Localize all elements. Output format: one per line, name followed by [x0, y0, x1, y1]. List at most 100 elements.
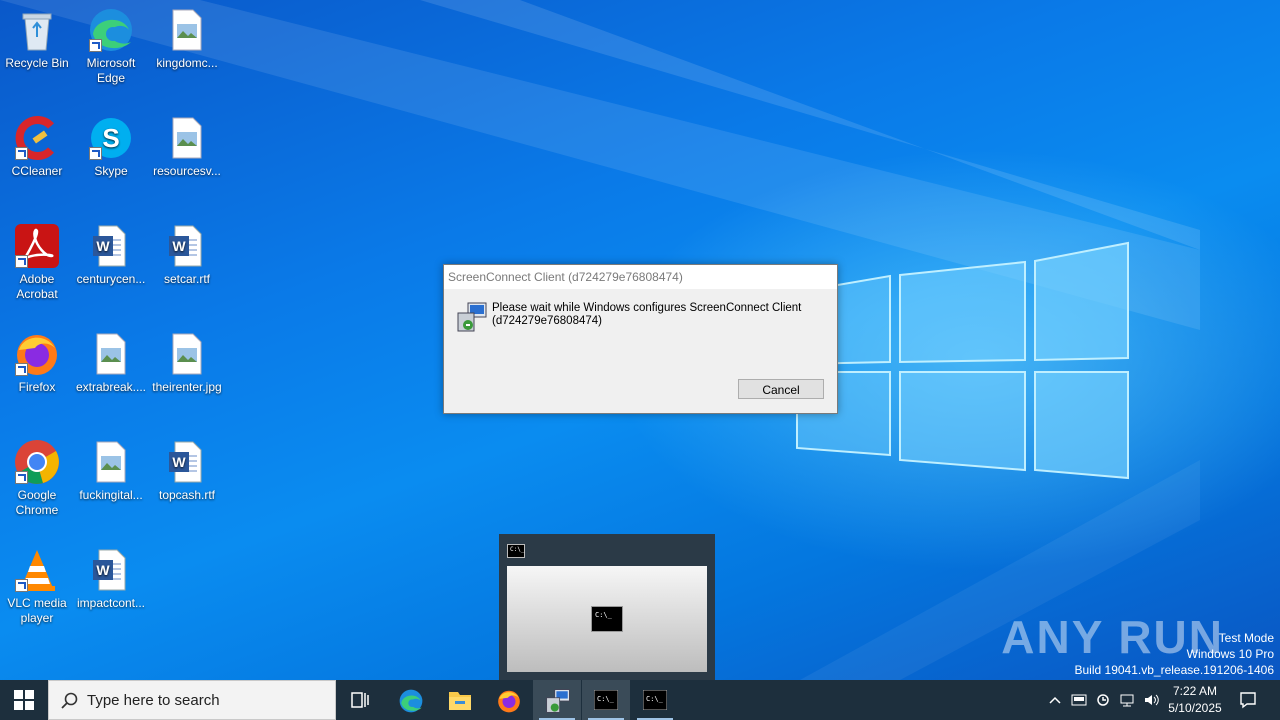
icon-label: kingdomc... — [156, 56, 218, 70]
image-file-icon — [163, 330, 211, 378]
desktop-icon-skype[interactable]: S Skype — [74, 114, 148, 179]
desktop-icon-resourcesv[interactable]: resourcesv... — [150, 114, 224, 179]
taskbar: Type here to search C:\_ C:\_ 7:22 AM 5/… — [0, 680, 1280, 720]
shortcut-arrow-icon — [89, 147, 102, 160]
desktop-icon-topcash[interactable]: W topcash.rtf — [150, 438, 224, 503]
desktop-icon-recycle-bin[interactable]: Recycle Bin — [0, 6, 74, 71]
desktop-icon-setcar[interactable]: W setcar.rtf — [150, 222, 224, 287]
volume-icon[interactable] — [1143, 692, 1159, 708]
desktop-icon-centurycen[interactable]: W centurycen... — [74, 222, 148, 287]
dialog-title[interactable]: ScreenConnect Client (d724279e76808474) — [444, 265, 837, 289]
chrome-icon — [13, 438, 61, 486]
desktop-icon-microsoft-edge[interactable]: Microsoft Edge — [74, 6, 148, 86]
chevron-up-icon[interactable] — [1047, 692, 1063, 708]
svg-text:W: W — [96, 562, 110, 578]
word-document-icon: W — [87, 546, 135, 594]
vlc-icon — [13, 546, 61, 594]
watermark: ANY RUN Test Mode Windows 10 Pro Build 1… — [1001, 612, 1275, 678]
start-button[interactable] — [0, 680, 48, 720]
desktop-icon-kingdomc[interactable]: kingdomc... — [150, 6, 224, 71]
desktop-icon-adobe-acrobat[interactable]: Adobe Acrobat — [0, 222, 74, 302]
desktop: Recycle Bin CCleaner Adobe Acrobat Firef… — [0, 0, 1280, 680]
shortcut-arrow-icon — [15, 471, 28, 484]
image-file-icon — [87, 438, 135, 486]
svg-text:S: S — [102, 123, 119, 153]
installer-icon — [456, 301, 488, 333]
icon-label: impactcont... — [76, 596, 146, 610]
desktop-icon-google-chrome[interactable]: Google Chrome — [0, 438, 74, 518]
recycle-bin-icon — [13, 6, 61, 54]
desktop-icon-extrabreak[interactable]: extrabreak.... — [74, 330, 148, 395]
clock-date: 5/10/2025 — [1168, 701, 1222, 715]
build-text: Build 19041.vb_release.191206-1406 — [1074, 663, 1275, 677]
image-file-icon — [87, 330, 135, 378]
desktop-icon-ccleaner[interactable]: CCleaner — [0, 114, 74, 179]
task-view-button[interactable] — [336, 680, 384, 720]
cancel-button[interactable]: Cancel — [738, 379, 824, 399]
icon-label: fuckingital... — [79, 488, 143, 502]
shortcut-arrow-icon — [15, 147, 28, 160]
installer-icon — [546, 689, 570, 713]
svg-text:W: W — [172, 238, 186, 254]
icon-label: Recycle Bin — [5, 56, 69, 70]
thumbnail-window-preview[interactable]: C:\_ — [507, 566, 707, 672]
icon-label: CCleaner — [11, 164, 63, 178]
search-placeholder: Type here to search — [87, 692, 220, 709]
windows-edition-text: Windows 10 Pro — [1186, 647, 1274, 661]
taskbar-cmd-button-2[interactable]: C:\_ — [631, 680, 679, 720]
shortcut-arrow-icon — [15, 255, 28, 268]
shortcut-arrow-icon — [89, 39, 102, 52]
word-document-icon: W — [87, 222, 135, 270]
icon-label: Skype — [94, 164, 128, 178]
shortcut-arrow-icon — [15, 363, 28, 376]
taskbar-edge-button[interactable] — [386, 680, 434, 720]
network-icon[interactable] — [1119, 692, 1135, 708]
desktop-icon-firefox[interactable]: Firefox — [0, 330, 74, 395]
taskbar-file-explorer-button[interactable] — [435, 680, 483, 720]
clock-time: 7:22 AM — [1172, 684, 1218, 698]
icon-label: Microsoft Edge — [86, 56, 136, 85]
taskbar-cmd-button-1[interactable]: C:\_ — [582, 680, 630, 720]
dialog-message: Please wait while Windows configures Scr… — [492, 302, 802, 327]
edge-icon — [399, 689, 423, 713]
icon-label: setcar.rtf — [163, 272, 210, 286]
svg-text:W: W — [172, 454, 186, 470]
svg-text:W: W — [96, 238, 110, 254]
task-view-icon — [351, 692, 369, 708]
icon-label: Adobe Acrobat — [16, 272, 58, 301]
svg-text:C:\_: C:\_ — [597, 695, 615, 703]
icon-label: VLC media player — [7, 596, 67, 625]
icon-label: Google Chrome — [15, 488, 59, 517]
icon-label: topcash.rtf — [158, 488, 216, 502]
acrobat-icon — [13, 222, 61, 270]
image-file-icon — [163, 114, 211, 162]
firefox-icon — [13, 330, 61, 378]
search-icon — [61, 692, 78, 709]
desktop-icon-impactcont[interactable]: W impactcont... — [74, 546, 148, 611]
word-document-icon: W — [163, 438, 211, 486]
taskbar-thumbnail-preview[interactable]: C:\_ C:\_ — [499, 534, 715, 680]
desktop-icon-fuckingital[interactable]: fuckingital... — [74, 438, 148, 503]
icon-label: resourcesv... — [153, 164, 221, 178]
notification-icon[interactable] — [1239, 691, 1257, 709]
taskbar-installer-button[interactable] — [533, 680, 581, 720]
desktop-icon-theirenter[interactable]: theirenter.jpg — [150, 330, 224, 395]
taskbar-firefox-button[interactable] — [484, 680, 532, 720]
edge-icon — [87, 6, 135, 54]
cmd-icon: C:\_ — [507, 544, 525, 558]
cmd-icon: C:\_ — [591, 606, 623, 632]
update-icon[interactable] — [1095, 692, 1111, 708]
keyboard-icon[interactable] — [1071, 692, 1087, 708]
test-mode-text: Test Mode — [1218, 631, 1274, 645]
svg-text:C:\_: C:\_ — [646, 695, 664, 703]
image-file-icon — [163, 6, 211, 54]
icon-label: centurycen... — [76, 272, 146, 286]
icon-label: theirenter.jpg — [152, 380, 222, 394]
skype-icon: S — [87, 114, 135, 162]
search-box[interactable]: Type here to search — [48, 680, 336, 720]
desktop-icon-vlc[interactable]: VLC media player — [0, 546, 74, 626]
cmd-icon: C:\_ — [643, 690, 667, 710]
shortcut-arrow-icon — [15, 579, 28, 592]
windows-logo-icon — [14, 690, 34, 710]
clock[interactable]: 7:22 AM 5/10/2025 — [1160, 683, 1230, 717]
